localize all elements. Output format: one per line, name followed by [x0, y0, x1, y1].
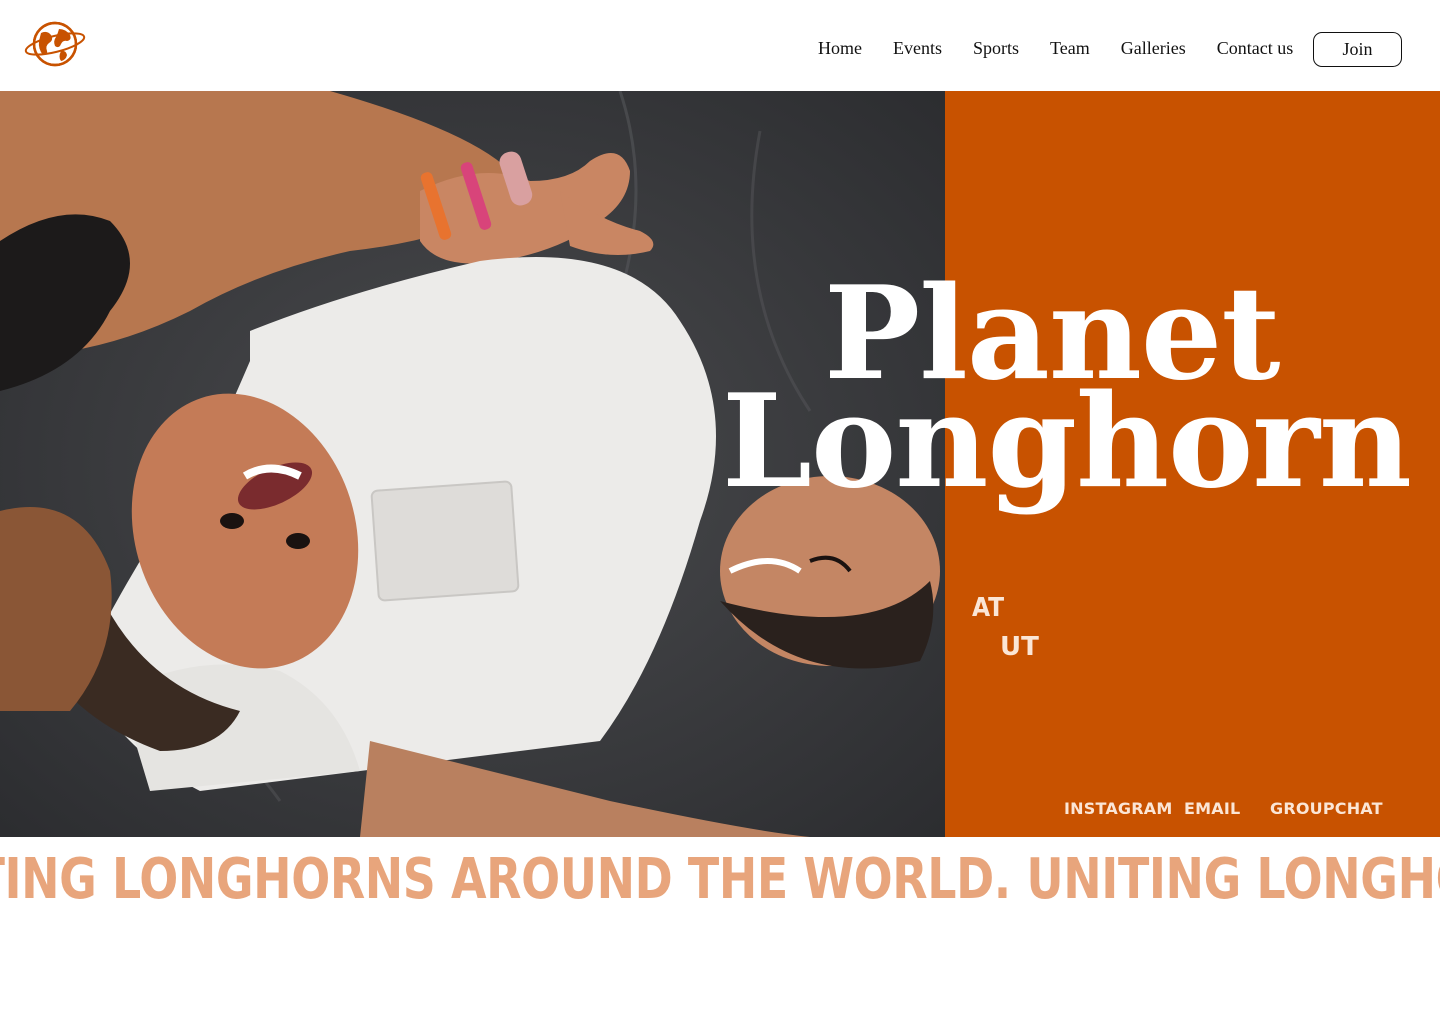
globe-icon[interactable]: [24, 19, 86, 69]
hero-title-line2: Longhorn: [722, 367, 1412, 517]
nav-galleries[interactable]: Galleries: [1121, 38, 1186, 59]
hero-title: Planet Longhorn: [722, 270, 1422, 517]
marquee-text: UNITING LONGHORNS AROUND THE WORLD. UNIT…: [0, 847, 1440, 912]
nav-home[interactable]: Home: [818, 38, 862, 59]
site-header: Home Events Sports Team Galleries Contac…: [0, 0, 1440, 91]
nav-team[interactable]: Team: [1050, 38, 1090, 59]
main-nav: Home Events Sports Team Galleries Contac…: [818, 38, 1324, 59]
groupchat-link[interactable]: GROUPCHAT: [1270, 799, 1383, 818]
instagram-link[interactable]: INSTAGRAM: [1064, 799, 1172, 818]
nav-contact-us[interactable]: Contact us: [1217, 38, 1294, 59]
hero-subtitle-ut: UT: [1000, 632, 1039, 662]
join-button[interactable]: Join: [1313, 32, 1402, 67]
hero-subtitle-at: AT: [972, 593, 1005, 623]
email-link[interactable]: EMAIL: [1184, 799, 1240, 818]
nav-events[interactable]: Events: [893, 38, 942, 59]
marquee-banner: UNITING LONGHORNS AROUND THE WORLD. UNIT…: [0, 843, 1440, 923]
nav-sports[interactable]: Sports: [973, 38, 1019, 59]
